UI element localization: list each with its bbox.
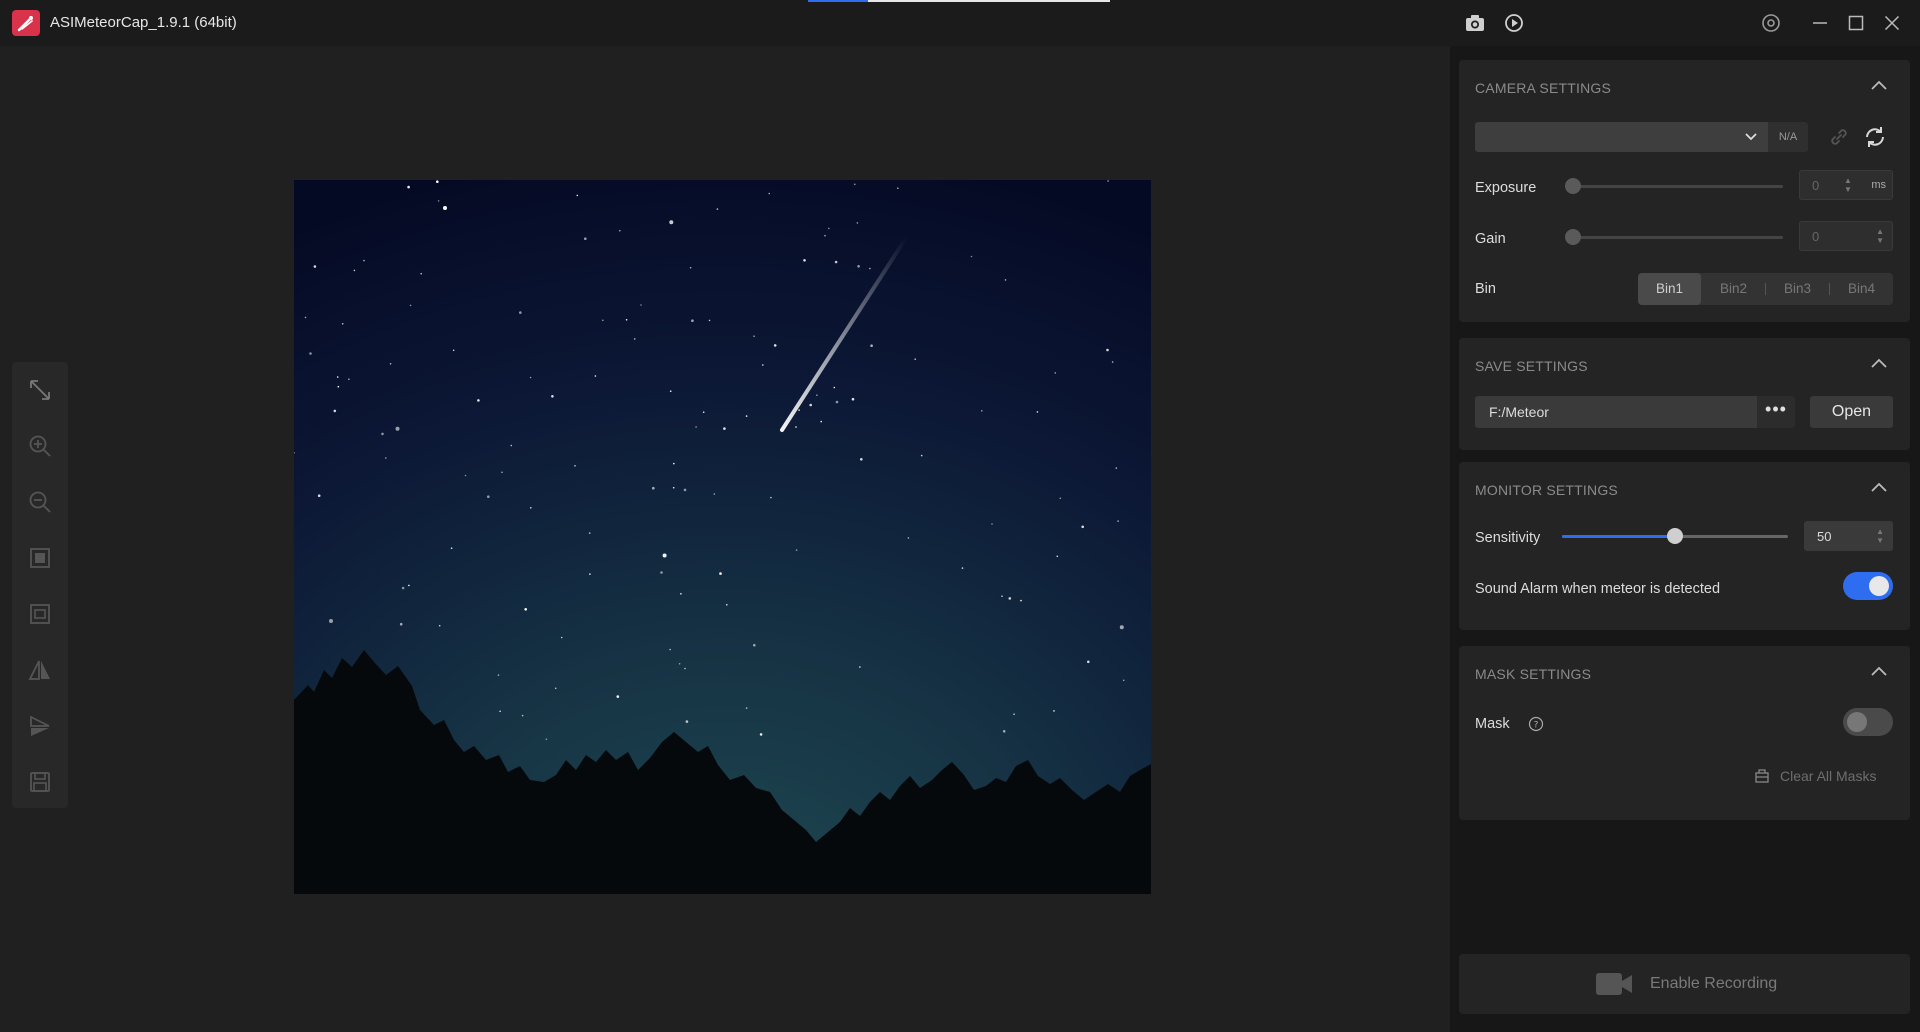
svg-text:?: ? <box>1534 721 1539 731</box>
monitor-settings-title: MONITOR SETTINGS <box>1475 482 1618 498</box>
camera-status-badge: N/A <box>1768 122 1808 152</box>
sensitivity-slider-thumb[interactable] <box>1667 528 1683 544</box>
gain-value: 0 <box>1812 229 1820 244</box>
zoom-out-icon[interactable] <box>26 488 54 516</box>
main-area <box>0 46 1450 1032</box>
help-icon[interactable]: ? <box>1528 716 1544 732</box>
chevron-up-icon[interactable] <box>1870 78 1888 92</box>
bin2-option[interactable]: Bin2 <box>1702 273 1765 305</box>
gain-stepper-icon[interactable]: ▲ ▼ <box>1876 227 1884 245</box>
exposure-value: 0 <box>1812 178 1820 193</box>
sensitivity-stepper-icon[interactable]: ▲ ▼ <box>1876 527 1884 545</box>
gain-input[interactable]: 0 ▲ ▼ <box>1799 221 1893 251</box>
refresh-icon[interactable] <box>1863 125 1887 149</box>
sensitivity-slider-fill <box>1562 535 1675 538</box>
expand-icon[interactable] <box>26 376 54 404</box>
monitor-settings-card: MONITOR SETTINGS Sensitivity 50 ▲ ▼ Sound… <box>1459 462 1910 630</box>
sound-alarm-label: Sound Alarm when meteor is detected <box>1475 581 1721 597</box>
camera-icon[interactable] <box>1462 10 1488 36</box>
flip-vertical-icon[interactable] <box>26 712 54 740</box>
mask-label: Mask <box>1475 716 1510 732</box>
bin4-option[interactable]: Bin4 <box>1830 273 1893 305</box>
bin-label: Bin <box>1475 281 1496 297</box>
zoom-in-icon[interactable] <box>26 432 54 460</box>
chevron-up-icon[interactable] <box>1870 664 1888 678</box>
sensitivity-value: 50 <box>1817 529 1832 544</box>
exposure-slider-thumb[interactable] <box>1565 178 1581 194</box>
title-bar: ASIMeteorCap_1.9.1 (64bit) <box>0 0 1920 46</box>
bin1-option[interactable]: Bin1 <box>1638 273 1701 305</box>
minimize-icon[interactable] <box>1807 10 1833 36</box>
sound-alarm-toggle[interactable] <box>1843 572 1893 600</box>
gain-slider-thumb[interactable] <box>1565 229 1581 245</box>
chevron-up-icon[interactable] <box>1870 356 1888 370</box>
exposure-label: Exposure <box>1475 180 1537 196</box>
mask-settings-card: MASK SETTINGS Mask ? Clear All Masks <box>1459 646 1910 820</box>
link-icon[interactable] <box>1828 126 1850 148</box>
flip-horizontal-icon[interactable] <box>26 656 54 684</box>
gain-slider[interactable] <box>1571 236 1783 239</box>
app-logo <box>12 10 40 36</box>
save-icon[interactable] <box>26 768 54 796</box>
sensitivity-input[interactable]: 50 ▲ ▼ <box>1804 521 1893 551</box>
play-record-icon[interactable] <box>1501 10 1527 36</box>
clear-mask-icon <box>1755 769 1769 783</box>
maximize-icon[interactable] <box>1843 10 1869 36</box>
browse-button[interactable]: ••• <box>1757 396 1795 428</box>
save-settings-card: SAVE SETTINGS F:/Meteor ••• Open <box>1459 338 1910 450</box>
sensitivity-label: Sensitivity <box>1475 530 1541 546</box>
camera-preview-image[interactable] <box>294 180 1151 894</box>
camera-select[interactable] <box>1475 122 1768 152</box>
meteor-logo-icon <box>17 16 33 32</box>
exposure-unit: ms <box>1871 179 1886 191</box>
enable-recording-button[interactable]: Enable Recording <box>1459 954 1910 1014</box>
actual-size-icon[interactable] <box>26 600 54 628</box>
video-camera-icon <box>1596 973 1632 995</box>
camera-settings-card: CAMERA SETTINGS N/A Exposure 0 ▲ ▼ ms Gai… <box>1459 60 1910 322</box>
bin3-option[interactable]: Bin3 <box>1766 273 1829 305</box>
night-sky-image <box>294 180 1151 894</box>
settings-icon[interactable] <box>1758 10 1784 36</box>
open-folder-button[interactable]: Open <box>1810 396 1893 428</box>
mask-settings-title: MASK SETTINGS <box>1475 666 1592 682</box>
enable-recording-label: Enable Recording <box>1650 975 1778 992</box>
image-toolbar <box>12 362 68 808</box>
clear-all-masks-label: Clear All Masks <box>1780 768 1877 784</box>
camera-settings-title: CAMERA SETTINGS <box>1475 80 1612 96</box>
top-progress-bar <box>808 0 1110 2</box>
settings-panel: CAMERA SETTINGS N/A Exposure 0 ▲ ▼ ms Gai… <box>1450 46 1920 1032</box>
bin-selector: Bin1 Bin2 Bin3 Bin4 <box>1638 273 1893 305</box>
app-title: ASIMeteorCap_1.9.1 (64bit) <box>50 14 237 31</box>
close-icon[interactable] <box>1879 10 1905 36</box>
exposure-slider[interactable] <box>1571 185 1783 188</box>
chevron-up-icon[interactable] <box>1870 480 1888 494</box>
fit-icon[interactable] <box>26 544 54 572</box>
save-path-field[interactable]: F:/Meteor <box>1475 396 1757 428</box>
save-settings-title: SAVE SETTINGS <box>1475 358 1588 374</box>
mask-toggle[interactable] <box>1843 708 1893 736</box>
gain-label: Gain <box>1475 231 1506 247</box>
exposure-input[interactable]: 0 ▲ ▼ ms <box>1799 170 1893 200</box>
chevron-down-icon <box>1745 133 1757 141</box>
